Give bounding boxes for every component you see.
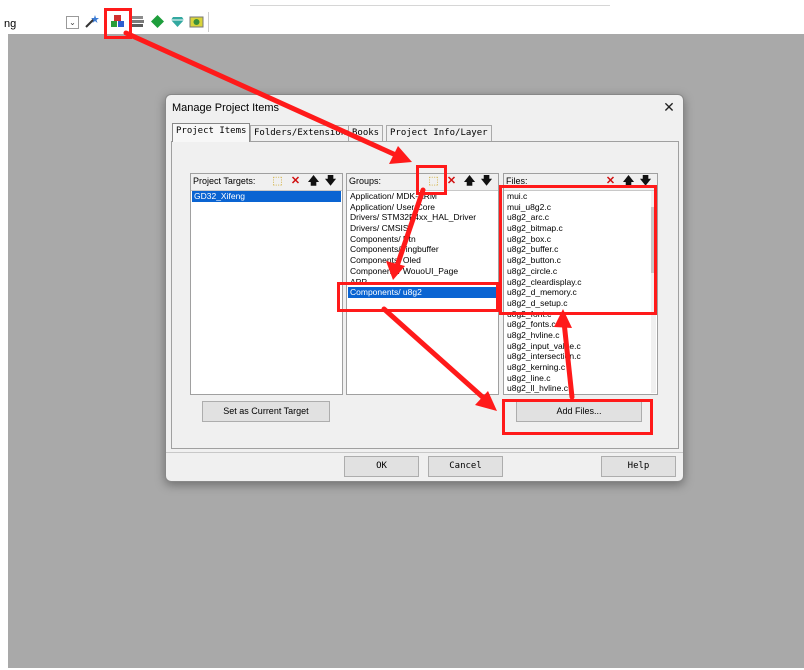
new-target-icon[interactable]: ⬚ (271, 175, 284, 188)
project-targets-list: GD32_Xifeng (192, 191, 341, 393)
move-down-icon[interactable]: 🡇 (480, 175, 493, 188)
stack-icon[interactable] (130, 14, 145, 29)
dialog-title: Manage Project Items (172, 102, 279, 114)
green-diamond-icon[interactable] (150, 14, 165, 29)
list-item[interactable]: u8g2_line.c (505, 373, 649, 384)
annotation-box-selected-group (337, 282, 499, 312)
cancel-button[interactable]: Cancel (428, 456, 503, 477)
tab-folders-extensions[interactable]: Folders/Extensions (250, 125, 356, 141)
list-item[interactable]: u8g2_fonts.c (505, 319, 649, 330)
list-item[interactable]: u8g2_ll_hvline.c (505, 383, 649, 393)
list-item[interactable]: Drivers/ STM32F4xx_HAL_Driver (348, 212, 497, 223)
list-item[interactable]: u8g2_kerning.c (505, 362, 649, 373)
move-up-icon[interactable]: 🡅 (463, 175, 476, 188)
chevron-down-icon[interactable]: ⌄ (66, 16, 79, 29)
list-item[interactable]: Application/ User/Core (348, 202, 497, 213)
list-item[interactable]: u8g2_intersection.c (505, 351, 649, 362)
delete-target-icon[interactable]: ✕ (289, 175, 302, 188)
move-up-icon[interactable]: 🡅 (307, 175, 320, 188)
list-item[interactable]: Components/ ringbuffer (348, 244, 497, 255)
list-item[interactable]: Drivers/ CMSIS (348, 223, 497, 234)
annotation-box-files-list (499, 185, 657, 315)
annotation-box-add-files (502, 399, 653, 435)
list-item[interactable]: Components/ WouoUI_Page (348, 266, 497, 277)
annotation-box-new-group (416, 165, 447, 195)
move-down-icon[interactable]: 🡇 (324, 175, 337, 188)
gem-icon[interactable] (170, 14, 185, 29)
list-item[interactable]: Components/ Btn (348, 234, 497, 245)
project-targets-label: Project Targets: (193, 176, 256, 186)
toolbar-partial-text: ng (4, 18, 17, 30)
ok-button[interactable]: OK (344, 456, 419, 477)
toolbar-separator (208, 12, 209, 32)
list-item[interactable]: Components/ Oled (348, 255, 497, 266)
set-as-current-target-button[interactable]: Set as Current Target (202, 401, 330, 422)
component-icon[interactable] (189, 14, 204, 29)
list-item[interactable]: u8g2_input_value.c (505, 341, 649, 352)
tab-books[interactable]: Books (348, 125, 384, 141)
list-item[interactable]: u8g2_hvline.c (505, 330, 649, 341)
list-item[interactable]: GD32_Xifeng (192, 191, 341, 202)
toolbar-divider (250, 5, 610, 9)
tab-project-items[interactable]: Project Items (172, 123, 251, 142)
help-button[interactable]: Help (601, 456, 676, 477)
close-icon[interactable]: ✕ (661, 99, 677, 115)
tab-project-info-layer[interactable]: Project Info/Layer (386, 125, 492, 141)
dialog-divider (166, 452, 683, 453)
magic-wand-icon[interactable] (84, 14, 99, 29)
annotation-box-toolbar-icon (104, 8, 132, 39)
groups-label: Groups: (349, 176, 382, 186)
project-targets-pane: Project Targets: ⬚ ✕ 🡅 🡇 GD32_Xifeng (190, 173, 343, 395)
project-targets-header: Project Targets: ⬚ ✕ 🡅 🡇 (191, 174, 342, 191)
